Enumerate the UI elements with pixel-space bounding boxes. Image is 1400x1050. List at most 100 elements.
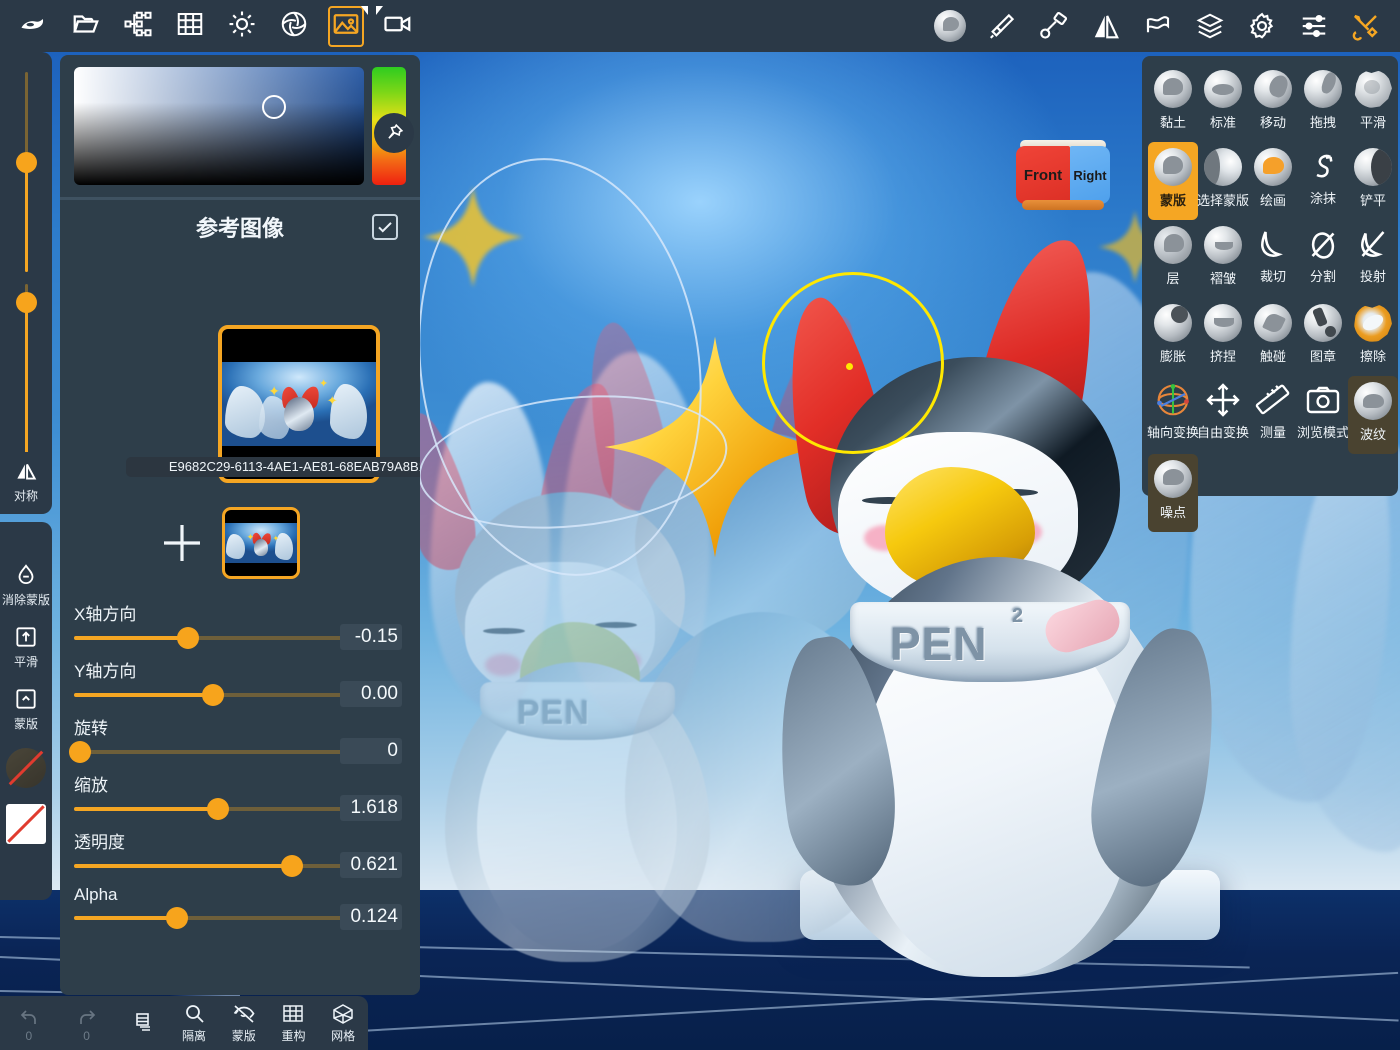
- noise-ball-icon: [1154, 460, 1192, 498]
- tool-trim-label: 裁切: [1260, 266, 1286, 285]
- tool-smudge-label: 涂抹: [1310, 188, 1336, 207]
- remesh-button[interactable]: 重构: [269, 1002, 319, 1044]
- aperture-icon[interactable]: [268, 4, 320, 48]
- tool-clay[interactable]: 黏土: [1148, 64, 1198, 142]
- tool-measure[interactable]: 测量: [1248, 376, 1298, 454]
- tool-smooth[interactable]: 平滑: [1348, 64, 1398, 142]
- tool-split[interactable]: 分割: [1298, 220, 1348, 298]
- pin-icon[interactable]: [374, 113, 414, 153]
- tool-standard[interactable]: 标准: [1198, 64, 1248, 142]
- scale-slider-value: 1.618: [340, 795, 402, 821]
- layers-panel-button[interactable]: [119, 1011, 169, 1036]
- brush-size-slider[interactable]: [19, 72, 33, 272]
- pages-icon: [132, 1011, 156, 1035]
- reference-image-panel: 参考图像 ✦ ✦ ✦ E9682C29-6113-4AE1-AE81-68EAB…: [60, 55, 420, 995]
- redo-icon: [75, 1004, 99, 1028]
- tool-twist[interactable]: 触碰: [1248, 298, 1298, 376]
- redo-button[interactable]: 0: [58, 1004, 116, 1043]
- brush-cursor-dot: [846, 363, 853, 370]
- y-axis-slider-label: Y轴方向: [74, 657, 406, 682]
- tool-erase-label: 擦除: [1360, 346, 1386, 365]
- clear-mask-button[interactable]: 消除蒙版: [0, 562, 52, 608]
- opacity-slider[interactable]: 透明度 0.621: [74, 828, 406, 868]
- wireframe-button[interactable]: 网格: [318, 1002, 368, 1044]
- tool-mask[interactable]: 蒙版: [1148, 142, 1198, 220]
- navigation-cube-right[interactable]: Right: [1070, 146, 1110, 204]
- redo-count: 0: [83, 1029, 90, 1043]
- stamp-ball-icon: [1304, 304, 1342, 342]
- mask-button[interactable]: 蒙版: [0, 686, 52, 732]
- scene-graph-icon[interactable]: [112, 4, 164, 48]
- tool-pinch[interactable]: 挤捏: [1198, 298, 1248, 376]
- color-picker-cursor[interactable]: [262, 95, 286, 119]
- rotation-slider[interactable]: 旋转 0: [74, 714, 406, 754]
- tool-stamp[interactable]: 图章: [1298, 298, 1348, 376]
- tool-inflate[interactable]: 膨胀: [1148, 298, 1198, 376]
- tool-flatten[interactable]: 铲平: [1348, 142, 1398, 220]
- folder-icon[interactable]: [60, 4, 112, 48]
- eye-slash-icon: [232, 1002, 256, 1026]
- tool-gizmo[interactable]: 轴向变换: [1148, 376, 1198, 454]
- tool-split-label: 分割: [1310, 266, 1336, 285]
- select-mask-ball-icon: [1204, 148, 1242, 186]
- reference-sliders: X轴方向 -0.15 Y轴方向 0.00 旋转 0: [60, 600, 420, 937]
- drag-ball-icon: [1304, 70, 1342, 108]
- symmetry-button[interactable]: 对称: [0, 458, 52, 504]
- add-reference-button[interactable]: [158, 519, 206, 567]
- tool-erase[interactable]: 擦除: [1348, 298, 1398, 376]
- brush-icon[interactable]: [976, 4, 1028, 48]
- video-menu-arrow-icon[interactable]: [376, 6, 383, 15]
- sculpt-logo-icon[interactable]: [8, 4, 60, 48]
- tool-select-mask[interactable]: 选择蒙版: [1198, 142, 1248, 220]
- color-swatch[interactable]: [6, 804, 46, 844]
- material-sphere-icon[interactable]: [924, 4, 976, 48]
- navigation-cube-bottom[interactable]: [1022, 200, 1104, 210]
- tool-paint[interactable]: 绘画: [1248, 142, 1298, 220]
- flag-icon[interactable]: [1132, 4, 1184, 48]
- brush-strength-slider[interactable]: [19, 284, 33, 474]
- layers-icon[interactable]: [1184, 4, 1236, 48]
- mask-toggle-button[interactable]: 蒙版: [219, 1002, 269, 1044]
- tool-noise[interactable]: 噪点: [1148, 454, 1198, 532]
- tools-icon[interactable]: [1340, 4, 1392, 48]
- color-picker[interactable]: [60, 55, 420, 195]
- light-icon[interactable]: [216, 4, 268, 48]
- material-swatch[interactable]: [6, 748, 46, 788]
- alpha-slider-value: 0.124: [340, 904, 402, 930]
- grid-icon[interactable]: [164, 4, 216, 48]
- alpha-slider[interactable]: Alpha 0.124: [74, 885, 406, 920]
- tool-trim[interactable]: 裁切: [1248, 220, 1298, 298]
- left-sidebar-symmetry: 对称: [0, 452, 52, 514]
- tool-layer[interactable]: 层: [1148, 220, 1198, 298]
- gear-icon[interactable]: [1236, 4, 1288, 48]
- reference-thumbnail-small[interactable]: ✦ ✦: [222, 507, 300, 579]
- scale-slider[interactable]: 缩放 1.618: [74, 771, 406, 811]
- tool-project[interactable]: 投射: [1348, 220, 1398, 298]
- saturation-value-area[interactable]: [74, 67, 364, 185]
- smooth-button[interactable]: 平滑: [0, 624, 52, 670]
- mirror-icon[interactable]: [1080, 4, 1132, 48]
- tool-drag[interactable]: 拖拽: [1298, 64, 1348, 142]
- navigation-cube-front[interactable]: Front: [1016, 146, 1070, 204]
- tool-move[interactable]: 移动: [1248, 64, 1298, 142]
- tool-free-transform[interactable]: 自由变换: [1198, 376, 1248, 454]
- paint-roller-icon[interactable]: [1028, 4, 1080, 48]
- undo-button[interactable]: 0: [0, 1004, 58, 1043]
- tool-ripple[interactable]: 波纹: [1348, 376, 1398, 454]
- tool-crease[interactable]: 褶皱: [1198, 220, 1248, 298]
- video-camera-icon[interactable]: [372, 4, 424, 48]
- reference-enable-checkbox[interactable]: [372, 214, 398, 240]
- ripple-ball-icon: [1354, 382, 1392, 420]
- tool-paint-label: 绘画: [1260, 190, 1286, 209]
- x-axis-slider[interactable]: X轴方向 -0.15: [74, 600, 406, 640]
- tool-browse[interactable]: 浏览模式: [1298, 376, 1348, 454]
- image-menu-arrow-icon[interactable]: [361, 6, 368, 15]
- image-icon[interactable]: [320, 4, 372, 48]
- navigation-cube[interactable]: Front Right: [1016, 140, 1112, 212]
- twist-ball-icon: [1254, 304, 1292, 342]
- standard-ball-icon: [1204, 70, 1242, 108]
- isolate-button[interactable]: 隔离: [169, 1002, 219, 1044]
- y-axis-slider[interactable]: Y轴方向 0.00: [74, 657, 406, 697]
- tool-smudge[interactable]: 涂抹: [1298, 142, 1348, 220]
- sliders-icon[interactable]: [1288, 4, 1340, 48]
